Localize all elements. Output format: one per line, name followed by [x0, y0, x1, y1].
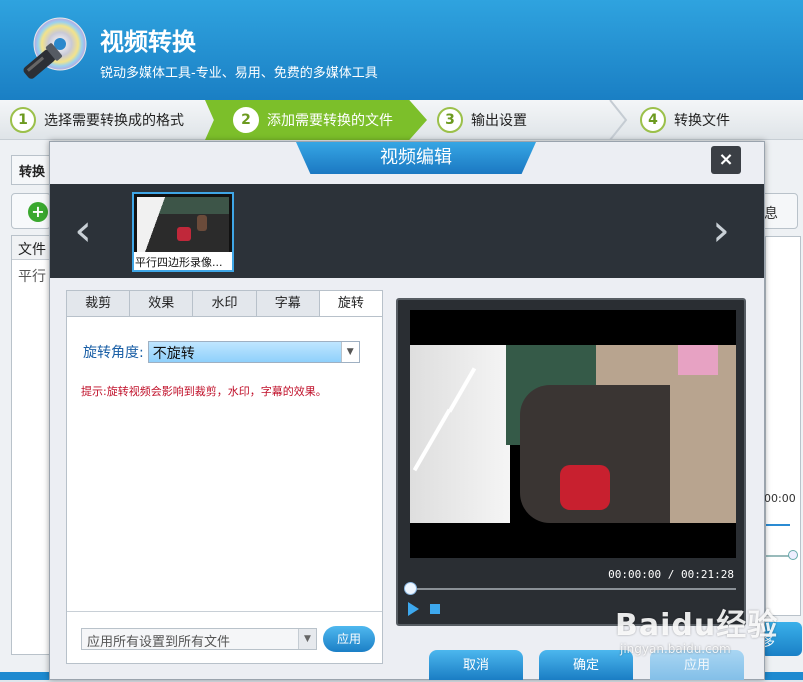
step-number: 3 — [437, 107, 463, 133]
video-preview-panel: 00:00:00 / 00:21:28 — [396, 298, 746, 626]
cancel-button[interactable]: 取消 — [429, 650, 523, 680]
tab-crop[interactable]: 裁剪 — [67, 291, 131, 316]
time-current: 00:00:00 — [608, 568, 662, 581]
edit-settings-panel: 裁剪 效果 水印 字幕 旋转 旋转角度: 不旋转 ▼ 提示:旋转视频会影响到裁剪… — [66, 290, 383, 664]
app-subtitle: 锐动多媒体工具-专业、易用、免费的多媒体工具 — [100, 66, 378, 81]
edit-panel-footer: 应用所有设置到所有文件 ▼ 应用 — [67, 611, 382, 663]
apply-scope-value: 应用所有设置到所有文件 — [87, 635, 231, 650]
step-number: 4 — [640, 107, 666, 133]
app-title: 视频转换 — [100, 28, 196, 56]
background-progress-line — [766, 524, 790, 526]
baidu-watermark: Baidu经验 jingyan.baidu.com — [615, 600, 779, 656]
video-frame — [410, 310, 736, 558]
step-number: 1 — [10, 107, 36, 133]
rotate-angle-row: 旋转角度: 不旋转 ▼ — [83, 341, 360, 363]
rotate-angle-value: 不旋转 — [152, 346, 195, 362]
step-label: 转换文件 — [674, 113, 730, 129]
add-file-button[interactable]: + — [11, 193, 51, 229]
step-4-convert[interactable]: 4 转换文件 — [640, 100, 790, 140]
step-label: 选择需要转换成的格式 — [44, 113, 184, 129]
step-label: 输出设置 — [471, 113, 527, 129]
file-list-row[interactable]: 平行 — [12, 260, 54, 292]
chevron-down-icon[interactable]: ▼ — [340, 342, 359, 362]
time-separator: / — [667, 568, 675, 581]
next-arrow-icon[interactable]: › — [706, 206, 736, 256]
seek-bar[interactable] — [410, 588, 736, 590]
rotate-angle-label: 旋转角度: — [83, 345, 144, 361]
chevron-down-icon[interactable]: ▼ — [298, 629, 316, 649]
background-tab-convert[interactable]: 转换 — [11, 155, 51, 185]
thumbnail-image — [137, 197, 229, 253]
play-icon[interactable] — [408, 602, 419, 616]
stop-icon[interactable] — [430, 604, 440, 614]
dialog-title: 视频编辑 — [296, 142, 536, 174]
file-list-header: 文件 — [12, 236, 54, 260]
ok-button[interactable]: 确定 — [539, 650, 633, 680]
seek-knob[interactable] — [404, 582, 417, 595]
plus-icon: + — [28, 202, 48, 222]
cd-torch-logo-icon — [18, 14, 90, 86]
tab-subtitle[interactable]: 字幕 — [257, 291, 320, 316]
step-label: 添加需要转换的文件 — [267, 113, 393, 129]
prev-arrow-icon[interactable]: ‹ — [68, 206, 98, 256]
thumbnail-caption: 平行四边形录像... — [134, 252, 232, 270]
step-number: 2 — [233, 107, 259, 133]
apply-scope-select[interactable]: 应用所有设置到所有文件 ▼ — [81, 628, 317, 650]
watermark-brand: Baidu经验 — [615, 608, 779, 643]
edit-tabs: 裁剪 效果 水印 字幕 旋转 — [67, 291, 383, 317]
background-slider-knob[interactable] — [788, 550, 798, 560]
tab-effect[interactable]: 效果 — [130, 291, 194, 316]
background-time-text: 00:00 — [764, 492, 796, 505]
video-image — [410, 345, 736, 523]
video-thumbnail[interactable]: 平行四边形录像... — [132, 192, 234, 272]
step-2-add-files[interactable]: 2 添加需要转换的文件 — [205, 100, 427, 140]
step-3-output-settings[interactable]: 3 输出设置 — [437, 100, 597, 140]
app-header: 视频转换 锐动多媒体工具-专业、易用、免费的多媒体工具 — [0, 0, 803, 100]
step-1-select-format[interactable]: 1 选择需要转换成的格式 — [10, 100, 205, 140]
watermark-url: jingyan.baidu.com — [620, 642, 731, 656]
background-right-panel: 00:00 — [764, 236, 801, 616]
close-button[interactable]: × — [711, 146, 741, 174]
rotate-angle-select[interactable]: 不旋转 ▼ — [147, 341, 360, 363]
tab-rotate[interactable]: 旋转 — [319, 291, 383, 316]
thumbnail-strip: ‹ 平行四边形录像... › — [50, 184, 764, 278]
background-info-button[interactable]: 息 — [760, 193, 798, 229]
step-separator-icon — [609, 100, 628, 140]
apply-settings-button[interactable]: 应用 — [323, 626, 375, 652]
rotate-hint-text: 提示:旋转视频会影响到裁剪，水印，字幕的效果。 — [81, 385, 327, 398]
timecode: 00:00:00 / 00:21:28 — [608, 568, 734, 581]
time-total: 00:21:28 — [681, 568, 734, 581]
tab-watermark[interactable]: 水印 — [193, 291, 257, 316]
wizard-step-bar: 1 选择需要转换成的格式 2 添加需要转换的文件 3 输出设置 4 转换文件 — [0, 100, 803, 140]
